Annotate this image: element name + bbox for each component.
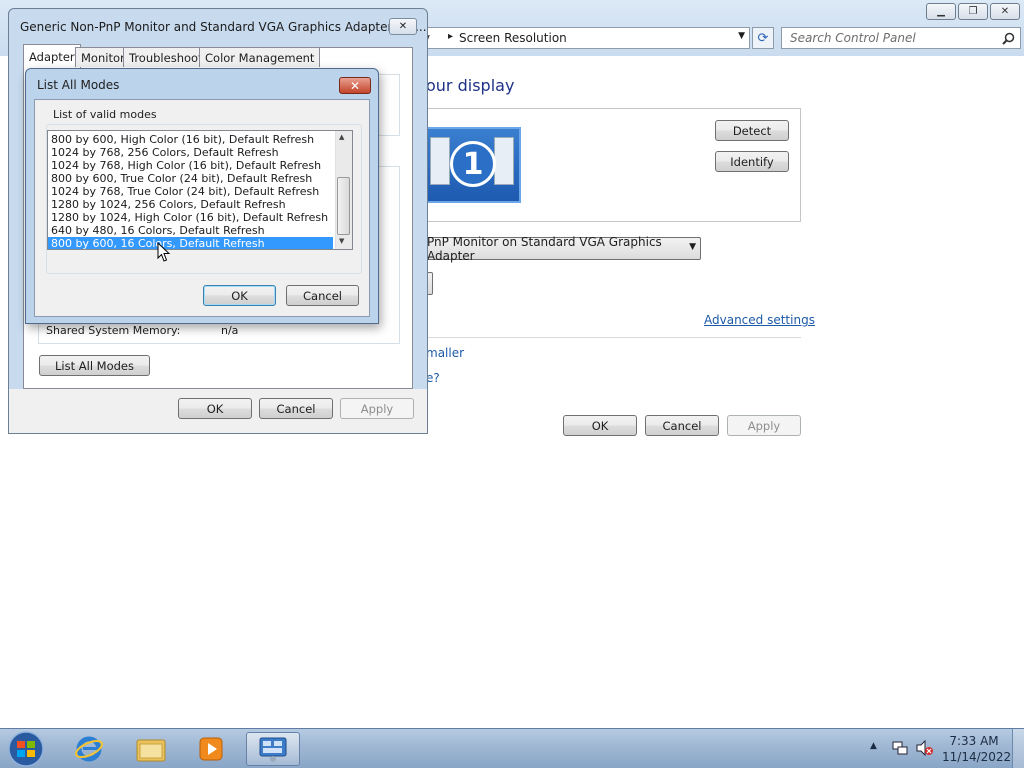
mode-list-item[interactable]: 800 by 600, High Color (16 bit), Default… <box>48 133 352 146</box>
modes-list: 800 by 600, High Color (16 bit), Default… <box>48 131 352 249</box>
network-icon[interactable] <box>892 740 908 756</box>
show-hidden-icons-button[interactable]: ▲ <box>870 741 877 751</box>
valid-modes-label: List of valid modes <box>51 108 159 121</box>
mode-list-item[interactable]: 1280 by 1024, 256 Colors, Default Refres… <box>48 198 352 211</box>
taskbar: ▲ 7:33 AM 11/14/2022 <box>0 728 1024 768</box>
taskbar-explorer[interactable] <box>124 732 178 766</box>
search-icon[interactable] <box>1002 32 1015 45</box>
modes-dialog-title: List All Modes <box>37 78 120 92</box>
monitor-glyph <box>494 137 514 185</box>
clock[interactable]: 7:33 AM 11/14/2022 <box>942 733 1012 765</box>
scroll-down-icon[interactable]: ▼ <box>339 237 344 245</box>
dialog-cancel-button[interactable]: Cancel <box>259 398 333 419</box>
maximize-button[interactable]: ❐ <box>958 3 988 20</box>
monitor-glyph <box>430 137 450 185</box>
dialog-button-bar: OK Cancel Apply <box>9 389 427 433</box>
chevron-down-icon: ▼ <box>689 242 696 252</box>
scroll-up-icon[interactable]: ▲ <box>339 133 344 141</box>
breadcrumb-arrow-icon: ▸ <box>448 31 454 42</box>
display-select-value: PnP Monitor on Standard VGA Graphics Ada… <box>427 234 662 263</box>
minimize-button[interactable]: ▁ <box>926 3 956 20</box>
mouse-cursor-icon <box>157 242 171 262</box>
refresh-button[interactable]: ⟳ <box>752 27 774 49</box>
taskbar-internet-explorer[interactable] <box>62 732 116 766</box>
modes-cancel-button[interactable]: Cancel <box>286 285 359 306</box>
volume-muted-icon[interactable] <box>916 740 934 756</box>
mode-list-item[interactable]: 1024 by 768, 256 Colors, Default Refresh <box>48 146 352 159</box>
dialog-ok-button[interactable]: OK <box>178 398 252 419</box>
close-icon: ✕ <box>398 21 408 32</box>
mode-list-item[interactable]: 1024 by 768, High Color (16 bit), Defaul… <box>48 159 352 172</box>
list-all-modes-button[interactable]: List All Modes <box>39 355 150 376</box>
mode-list-item[interactable]: 640 by 480, 16 Colors, Default Refresh <box>48 224 352 237</box>
tab-adapter[interactable]: Adapter <box>23 44 81 69</box>
page-heading: our display <box>426 76 515 95</box>
display-settings-help-link[interactable]: e? <box>426 371 440 385</box>
scroll-thumb[interactable] <box>337 177 350 235</box>
modes-listbox[interactable]: 800 by 600, High Color (16 bit), Default… <box>47 130 353 250</box>
detect-button[interactable]: Detect <box>715 120 789 141</box>
close-window-button[interactable]: ✕ <box>990 3 1020 20</box>
clock-date: 11/14/2022 <box>942 750 1012 764</box>
cp-apply-button[interactable]: Apply <box>727 415 801 436</box>
close-button[interactable]: ✕ <box>389 18 417 35</box>
address-dropdown-icon[interactable]: ▼ <box>738 31 745 41</box>
modes-scrollbar[interactable]: ▲ ▼ <box>335 131 352 249</box>
folder-icon <box>136 739 166 762</box>
monitor-number: 1 <box>450 141 496 187</box>
taskbar-media-player[interactable] <box>184 732 238 766</box>
dialog-title: Generic Non-PnP Monitor and Standard VGA… <box>20 20 427 34</box>
dialog-apply-button[interactable]: Apply <box>340 398 414 419</box>
close-icon: ✕ <box>349 78 361 93</box>
breadcrumb-current[interactable]: Screen Resolution <box>459 31 567 45</box>
cp-ok-button[interactable]: OK <box>563 415 637 436</box>
tab-color-management[interactable]: Color Management <box>199 47 321 67</box>
tab-troubleshoot[interactable]: Troubleshoot <box>123 47 209 67</box>
modes-ok-button[interactable]: OK <box>203 285 276 306</box>
start-button[interactable] <box>4 730 48 768</box>
modes-close-button[interactable]: ✕ <box>339 77 371 94</box>
monitor-1-icon[interactable]: 1 <box>424 127 521 203</box>
address-bar[interactable]: y ▸ Screen Resolution ▼ <box>412 27 750 49</box>
mode-list-item[interactable]: 1024 by 768, True Color (24 bit), Defaul… <box>48 185 352 198</box>
taskbar-control-panel[interactable] <box>246 732 300 766</box>
control-panel-icon <box>259 737 287 762</box>
clock-time: 7:33 AM <box>949 734 999 748</box>
advanced-settings-link[interactable]: Advanced settings <box>704 313 815 327</box>
shared-memory-label: Shared System Memory: <box>46 324 181 337</box>
mode-list-item[interactable]: 800 by 600, 16 Colors, Default Refresh <box>48 237 333 249</box>
show-desktop-button[interactable] <box>1012 729 1024 768</box>
refresh-icon: ⟳ <box>757 30 769 46</box>
display-select[interactable]: PnP Monitor on Standard VGA Graphics Ada… <box>422 234 701 263</box>
search-placeholder: Search Control Panel <box>790 31 916 45</box>
search-input[interactable]: Search Control Panel <box>781 27 1021 49</box>
media-player-icon <box>199 737 223 761</box>
internet-explorer-icon <box>75 736 103 762</box>
identify-button[interactable]: Identify <box>715 151 789 172</box>
mode-list-item[interactable]: 800 by 600, True Color (24 bit), Default… <box>48 172 352 185</box>
shared-memory-value: n/a <box>221 324 239 337</box>
divider <box>422 337 801 338</box>
cp-cancel-button[interactable]: Cancel <box>645 415 719 436</box>
make-text-smaller-link[interactable]: maller <box>426 346 464 360</box>
windows-logo-icon <box>8 731 44 767</box>
mode-list-item[interactable]: 1280 by 1024, High Color (16 bit), Defau… <box>48 211 352 224</box>
